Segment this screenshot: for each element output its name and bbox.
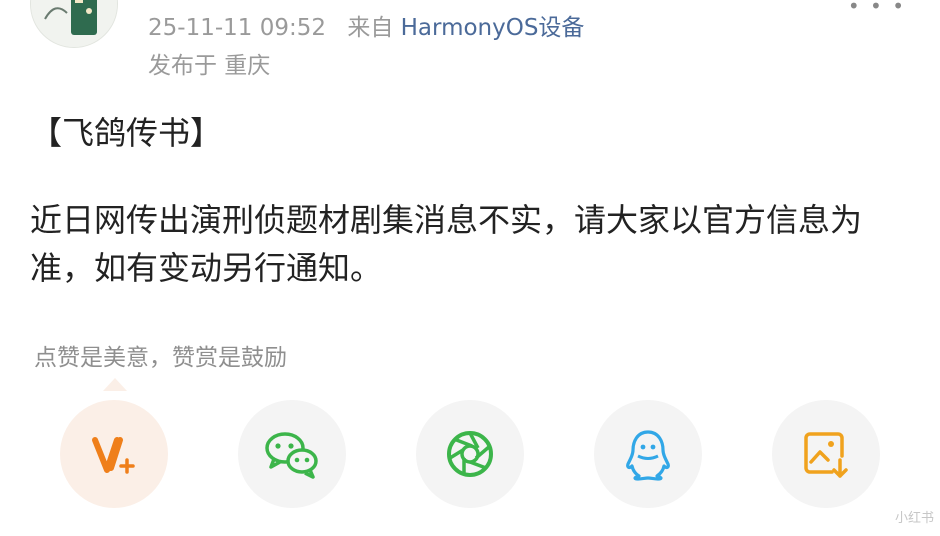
wechat-icon (265, 432, 318, 479)
post-meta: 25-11-11 09:52 来自 HarmonyOS设备 (148, 8, 584, 42)
share-wechat-button[interactable] (238, 400, 346, 508)
post-location: 发布于 重庆 (148, 53, 271, 79)
share-moments-button[interactable] (416, 400, 524, 508)
source-prefix: 来自 (347, 15, 394, 41)
post-body: 近日网传出演刑侦题材剧集消息不实，请大家以官方信息为准，如有变动另行通知。 (30, 201, 863, 287)
watermark: 小红书 (894, 511, 934, 526)
share-qq-button[interactable] (594, 400, 702, 508)
v-plus-button[interactable] (60, 400, 168, 508)
moments-icon (447, 431, 493, 477)
tip-pointer (103, 378, 127, 391)
device-link[interactable]: HarmonyOS设备 (401, 15, 585, 41)
qq-icon (626, 430, 670, 481)
post-tag: 【飞鸽传书】 (30, 114, 223, 152)
reward-tip: 点赞是美意，赞赏是鼓励 (34, 345, 287, 371)
post-time: 25-11-11 09:52 (148, 15, 326, 41)
more-options-icon[interactable]: • • • (848, 0, 906, 18)
v-plus-icon (92, 437, 135, 474)
save-image-icon (804, 432, 848, 478)
avatar[interactable] (30, 0, 118, 48)
avatar-image (31, 0, 117, 47)
save-image-button[interactable] (772, 400, 880, 508)
